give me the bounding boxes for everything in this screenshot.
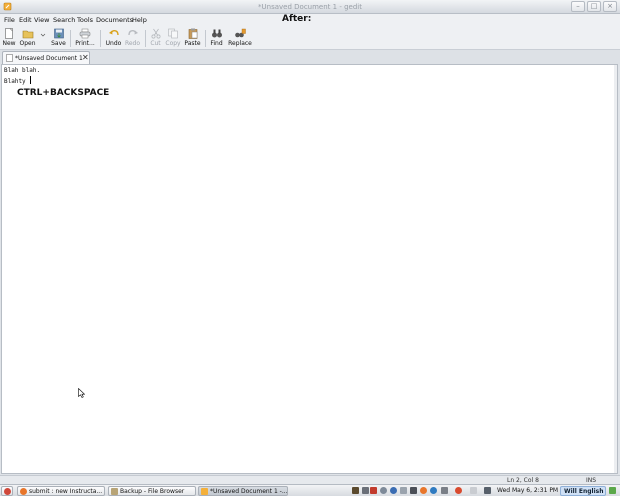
find-button[interactable]: Find — [209, 28, 224, 47]
folder-icon — [111, 488, 118, 495]
menu-view[interactable]: View — [34, 16, 49, 24]
close-window-button[interactable]: × — [603, 1, 617, 12]
maximize-button[interactable]: □ — [587, 1, 601, 12]
print-button[interactable]: Print... — [74, 28, 96, 47]
tray-icon[interactable] — [430, 487, 437, 494]
binoculars-icon — [211, 29, 222, 38]
minimize-button[interactable]: – — [571, 1, 585, 12]
shortcut-annotation: CTRL+BACKSPACE — [17, 88, 110, 98]
toolbar: New Open Save Print... Undo Redo Cut Cop… — [0, 26, 620, 50]
clock[interactable]: Wed May 6, 2:31 PM — [497, 487, 558, 494]
print-icon — [79, 28, 91, 39]
tray-icon[interactable] — [484, 487, 491, 494]
taskbar-item-gedit[interactable]: *Unsaved Document 1 -... — [198, 486, 288, 496]
tray-icon[interactable] — [420, 487, 427, 494]
copy-button[interactable]: Copy — [165, 28, 181, 47]
tab-label: *Unsaved Document 1 — [15, 55, 83, 62]
open-recent-dropdown[interactable] — [37, 28, 46, 39]
tray-icon[interactable] — [352, 487, 359, 494]
new-document-icon — [5, 28, 13, 39]
open-button[interactable]: Open — [19, 28, 36, 47]
annotation-heading: After: — [282, 14, 312, 24]
menu-edit[interactable]: Edit — [19, 16, 32, 24]
taskbar-item-firefox[interactable]: submit : new Instructa... — [17, 486, 105, 496]
text-editor[interactable]: Blah blah. Blahty CTRL+BACKSPACE — [1, 64, 618, 474]
user-switcher[interactable]: Will English — [560, 486, 606, 496]
undo-button[interactable]: Undo — [105, 28, 122, 47]
copy-icon — [168, 28, 178, 39]
redo-icon — [127, 30, 138, 36]
cursor-position: Ln 2, Col 8 — [507, 477, 539, 484]
undo-icon — [108, 30, 119, 36]
toolbar-separator — [100, 30, 101, 47]
menu-search[interactable]: Search — [53, 16, 75, 24]
tab-unsaved-document-1[interactable]: *Unsaved Document 1 ✕ — [2, 51, 90, 64]
desktop-icon — [4, 488, 11, 495]
shutdown-icon[interactable] — [609, 487, 616, 494]
find-replace-icon — [235, 28, 246, 38]
editor-scrollbar[interactable] — [614, 65, 617, 473]
document-icon — [6, 54, 13, 62]
editor-line-2: Blahty — [4, 76, 32, 85]
document-tab-bar: *Unsaved Document 1 ✕ — [0, 50, 620, 64]
open-folder-icon — [22, 30, 33, 39]
tray-icon[interactable] — [410, 487, 417, 494]
paste-button[interactable]: Paste — [184, 28, 201, 47]
cut-button[interactable]: Cut — [149, 28, 162, 47]
save-button[interactable]: Save — [51, 28, 66, 47]
cut-icon — [151, 28, 160, 39]
window-titlebar[interactable]: *Unsaved Document 1 - gedit – □ × — [0, 0, 620, 14]
mouse-pointer-icon — [78, 388, 85, 398]
replace-button[interactable]: Replace — [227, 28, 253, 47]
tray-icon[interactable] — [470, 487, 477, 494]
tray-icon[interactable] — [390, 487, 397, 494]
taskbar-item-file-browser[interactable]: Backup - File Browser — [108, 486, 196, 496]
tray-icon[interactable] — [370, 487, 377, 494]
new-button[interactable]: New — [2, 28, 16, 47]
toolbar-separator — [145, 30, 146, 47]
tray-icon[interactable] — [455, 487, 462, 494]
editor-line-1: Blah blah. — [4, 67, 41, 74]
menu-tools[interactable]: Tools — [77, 16, 93, 24]
redo-button[interactable]: Redo — [124, 28, 141, 47]
menu-file[interactable]: File — [4, 16, 15, 24]
tray-icon[interactable] — [441, 487, 448, 494]
show-desktop-button[interactable] — [1, 486, 13, 496]
insert-mode: INS — [586, 477, 597, 484]
menu-help[interactable]: Help — [132, 16, 147, 24]
paste-icon — [188, 28, 197, 39]
toolbar-separator — [70, 30, 71, 47]
tray-icon[interactable] — [400, 487, 407, 494]
window-title: *Unsaved Document 1 - gedit — [258, 3, 362, 11]
chevron-down-icon — [40, 33, 46, 37]
text-caret — [30, 76, 32, 84]
close-tab-icon[interactable]: ✕ — [82, 53, 89, 62]
status-bar: Ln 2, Col 8 INS — [0, 475, 620, 484]
gedit-icon — [201, 488, 208, 495]
tray-icon[interactable] — [362, 487, 369, 494]
tray-icon[interactable] — [380, 487, 387, 494]
firefox-icon — [20, 488, 27, 495]
toolbar-separator — [205, 30, 206, 47]
taskbar: submit : new Instructa... Backup - File … — [0, 484, 620, 496]
menu-documents[interactable]: Documents — [96, 16, 133, 24]
save-icon — [53, 28, 64, 39]
